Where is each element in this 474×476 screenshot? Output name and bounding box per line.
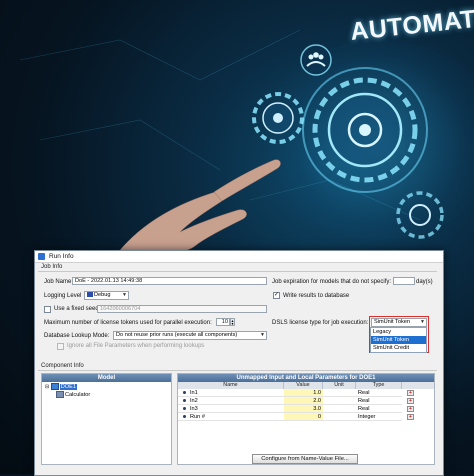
lower-gear-icon — [396, 191, 444, 239]
param-type: Real — [356, 389, 402, 397]
use-fixed-seed-label: Use a fixed seed — [54, 306, 99, 312]
add-parameter-icon[interactable]: + — [407, 390, 414, 396]
dsls-license-select[interactable]: SimUnit Token ▼ — [371, 318, 427, 327]
chevron-down-icon: ▼ — [260, 332, 265, 338]
tree-item-doe1-label: DOE1 — [59, 383, 77, 390]
use-fixed-seed-checkbox[interactable] — [44, 306, 51, 313]
dsls-license-label: DSLS license type for job execution: — [272, 320, 369, 326]
dsls-option-simunit-credit[interactable]: SimUnit Credit — [371, 344, 426, 352]
table-row[interactable]: Run # — [178, 413, 284, 421]
param-name: In3 — [190, 406, 198, 412]
param-unit — [323, 405, 356, 413]
large-gear-icon — [302, 67, 428, 193]
add-parameter-icon[interactable]: + — [407, 398, 414, 404]
expiration-label: Job expiration for models that do not sp… — [272, 279, 392, 285]
param-value[interactable]: 1.0 — [284, 389, 323, 397]
param-unit — [323, 397, 356, 405]
column-header-name[interactable]: Name — [178, 382, 284, 389]
model-tree-pane: Model ⊟ DOE1 Calculator — [41, 373, 172, 465]
chevron-down-icon: ▼ — [122, 292, 127, 298]
column-header-type[interactable]: Type — [356, 382, 402, 389]
job-info-divider — [38, 271, 437, 272]
db-lookup-label: Database Lookup Mode: — [44, 333, 110, 339]
model-pane-header: Model — [42, 374, 171, 382]
row-bullet-icon — [183, 415, 186, 419]
hand-illustration — [119, 159, 281, 255]
debug-icon — [87, 292, 93, 298]
component-info-section-label: Component Info — [41, 363, 84, 369]
max-tokens-input[interactable]: 10 — [216, 318, 230, 326]
add-parameter-icon[interactable]: + — [407, 406, 414, 412]
small-gear-icon — [252, 92, 304, 144]
window-title: Run Info — [49, 252, 74, 260]
db-lookup-select[interactable]: Do not reuse prior runs (execute all com… — [113, 331, 267, 340]
logging-level-label: Logging Level — [44, 293, 82, 299]
job-info-section-label: Job Info — [41, 264, 63, 270]
param-type: Real — [356, 397, 402, 405]
param-unit — [323, 389, 356, 397]
row-bullet-icon — [183, 391, 186, 395]
param-type: Integer — [356, 413, 402, 421]
people-icon — [300, 44, 332, 76]
parameters-pane-header: Unmapped Input and Local Parameters for … — [178, 374, 434, 382]
expiration-input[interactable] — [393, 277, 415, 285]
tree-item-doe1[interactable]: ⊟ DOE1 — [45, 383, 77, 390]
job-name-input[interactable]: DoE - 2022.01.13 14:49:38 — [72, 277, 267, 285]
logging-level-select[interactable]: Debug ▼ — [84, 291, 129, 300]
collapse-icon: ⊟ — [45, 383, 50, 390]
chevron-down-icon: ▼ — [420, 319, 425, 325]
param-name: Run # — [190, 414, 205, 420]
dsls-options-list: Legacy SimUnit Token SimUnit Credit — [370, 327, 427, 353]
param-value[interactable]: 2.0 — [284, 397, 323, 405]
app-icon — [38, 253, 45, 260]
expiration-unit: day(s) — [416, 279, 433, 285]
dsls-option-simunit-token[interactable]: SimUnit Token — [371, 336, 426, 344]
seed-input[interactable]: 1642060006704 — [97, 305, 267, 313]
write-results-checkbox[interactable]: ✓ — [273, 292, 280, 299]
logging-level-value: Debug — [94, 292, 111, 298]
table-row[interactable]: In2 — [178, 397, 284, 405]
configure-from-file-button[interactable]: Configure from Name-Value File... — [252, 454, 358, 464]
max-tokens-spinner[interactable]: ▴ ▾ — [230, 318, 235, 326]
tree-item-calculator[interactable]: Calculator — [56, 391, 90, 398]
window-titlebar: Run Info — [35, 251, 443, 263]
component-info-divider — [38, 370, 437, 371]
tree-item-calculator-label: Calculator — [65, 391, 91, 398]
table-row[interactable]: In3 — [178, 405, 284, 413]
calculator-icon — [56, 391, 64, 398]
param-type: Real — [356, 405, 402, 413]
ignore-file-params-label: Ignore all File Parameters when performi… — [67, 343, 205, 349]
column-header-unit[interactable]: Unit — [323, 382, 356, 389]
row-bullet-icon — [183, 407, 186, 411]
dsls-license-value: SimUnit Token — [374, 319, 410, 325]
param-value[interactable]: 3.0 — [284, 405, 323, 413]
param-unit — [323, 413, 356, 421]
table-row[interactable]: In1 — [178, 389, 284, 397]
column-header-actions — [402, 382, 434, 389]
write-results-label: Write results to database — [283, 293, 350, 299]
param-value[interactable]: 0 — [284, 413, 323, 421]
param-name: In2 — [190, 398, 198, 404]
doe-icon — [50, 383, 59, 390]
column-header-value[interactable]: Value — [284, 382, 323, 389]
ignore-file-params-checkbox[interactable] — [57, 343, 64, 350]
add-parameter-icon[interactable]: + — [407, 414, 414, 420]
db-lookup-value: Do not reuse prior runs (execute all com… — [116, 332, 238, 338]
max-tokens-label: Maximum number of license tokens used fo… — [44, 320, 212, 326]
param-name: In1 — [190, 390, 198, 396]
job-name-label: Job Name — [44, 279, 72, 285]
parameters-pane: Unmapped Input and Local Parameters for … — [177, 373, 435, 465]
row-bullet-icon — [183, 399, 186, 403]
dsls-option-legacy[interactable]: Legacy — [371, 328, 426, 336]
